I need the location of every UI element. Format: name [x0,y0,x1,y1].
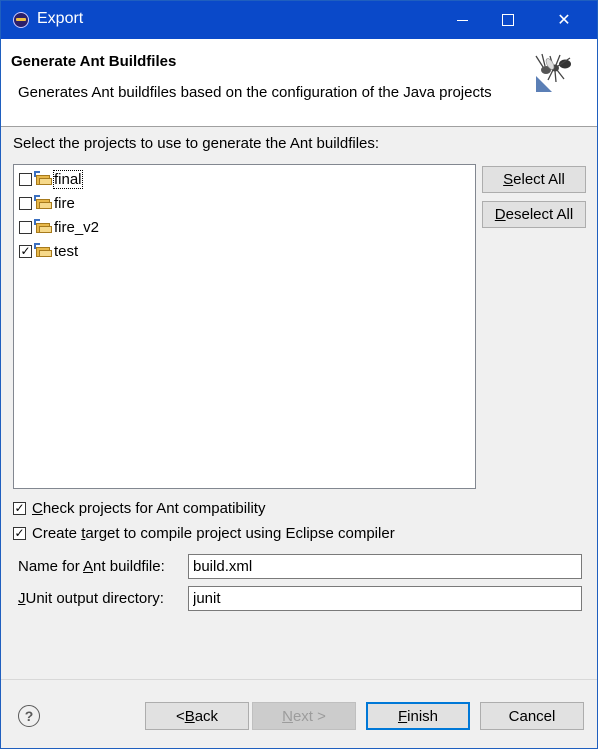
minimize-icon [456,19,468,21]
ant-icon [535,53,571,92]
create-target-checkbox[interactable]: ✓ [13,527,26,540]
deselect-all-button[interactable]: Deselect All [482,201,586,228]
buildfile-name-input[interactable] [188,554,582,579]
check-icon: ✓ [20,243,31,258]
project-label: test [54,242,79,260]
java-project-icon [34,194,52,210]
close-button[interactable]: ✕ [541,1,587,39]
eclipse-icon [13,12,29,28]
project-checkbox[interactable] [19,196,32,210]
junit-dir-input[interactable] [188,586,582,611]
maximize-button[interactable] [485,1,531,39]
create-target-label: Create target to compile project using E… [32,525,395,542]
check-compat-checkbox[interactable]: ✓ [13,502,26,515]
buildfile-label: Name for Ant buildfile: [18,558,165,575]
list-item[interactable]: fire [19,192,75,214]
check-icon: ✓ [14,526,25,540]
button-label: eselect All [505,206,574,223]
minimize-button[interactable] [439,1,485,39]
title-bar[interactable]: Export ✕ [1,1,597,39]
cancel-button[interactable]: Cancel [480,702,584,730]
project-list[interactable]: final fire fire_v2 ✓ test [13,164,476,489]
java-project-icon [34,218,52,234]
footer-divider [1,679,597,680]
export-dialog: Export ✕ Generate Ant Buildfiles Generat… [0,0,598,749]
project-checkbox[interactable] [19,172,32,186]
page-description: Generates Ant buildfiles based on the co… [18,84,492,101]
project-checkbox[interactable]: ✓ [19,243,32,258]
mnemonic: D [494,206,506,223]
junit-label: JUnit output directory: [18,590,164,607]
list-item[interactable]: ✓ test [19,240,78,262]
finish-button[interactable]: Finish [366,702,470,730]
create-target-option[interactable]: ✓ Create target to compile project using… [13,525,395,542]
projects-label: Select the projects to use to generate t… [13,135,380,152]
check-compat-label: Check projects for Ant compatibility [32,500,266,517]
project-label: fire [54,194,75,212]
java-project-icon [34,170,52,186]
next-button[interactable]: Next > [252,702,356,730]
maximize-icon [502,14,514,26]
java-project-icon [34,242,52,258]
list-item[interactable]: final [19,168,83,190]
check-icon: ✓ [14,501,25,515]
project-label: fire_v2 [54,218,100,236]
project-label: final [53,169,83,189]
back-button[interactable]: < Back [145,702,249,730]
close-icon: ✕ [557,12,571,29]
window-title: Export [37,10,84,27]
select-all-button[interactable]: Select All [482,166,586,193]
help-icon[interactable]: ? [18,705,40,727]
check-compat-option[interactable]: ✓ Check projects for Ant compatibility [13,500,265,517]
page-title: Generate Ant Buildfiles [11,53,177,70]
header-divider [1,126,597,127]
wizard-header: Generate Ant Buildfiles Generates Ant bu… [1,39,597,126]
button-label: elect All [513,171,565,188]
list-item[interactable]: fire_v2 [19,216,99,238]
mnemonic: S [503,171,514,188]
project-checkbox[interactable] [19,220,32,234]
